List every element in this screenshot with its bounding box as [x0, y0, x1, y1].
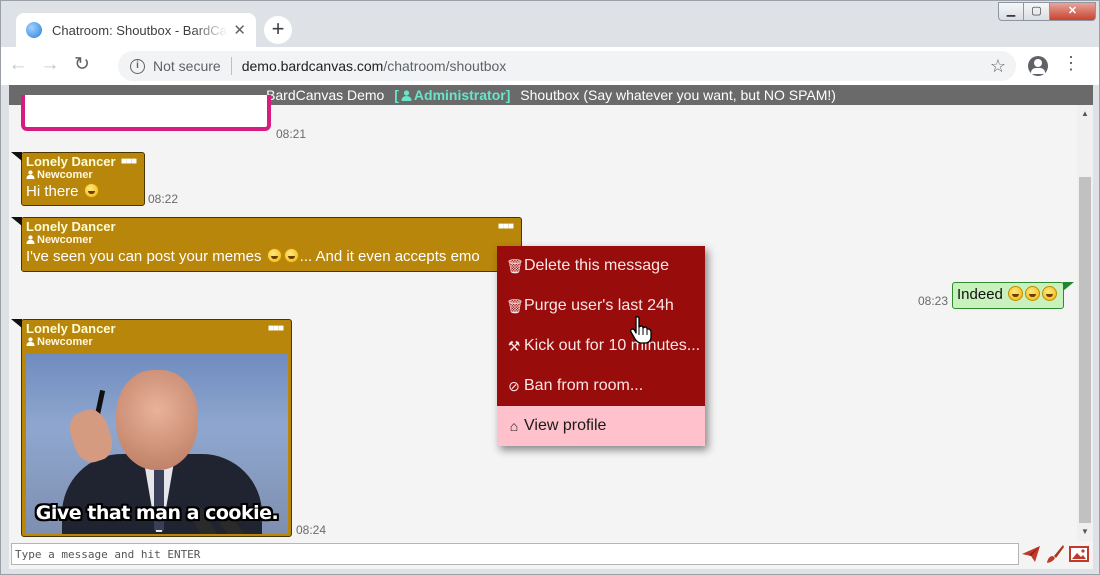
user-icon [26, 170, 35, 179]
image-icon[interactable] [1069, 544, 1089, 564]
info-icon[interactable]: i [130, 58, 145, 74]
address-bar[interactable]: i Not secure demo.bardcanvas.com/chatroo… [118, 51, 1016, 81]
back-icon[interactable]: ← [3, 51, 33, 81]
tab-title: Chatroom: Shoutbox - BardCanvas [52, 22, 228, 38]
message-text-content: Hi there [26, 183, 79, 200]
message-time: 08:24 [296, 523, 327, 537]
user-badge: Newcomer [22, 169, 144, 181]
role-label: Administrator [413, 87, 506, 103]
menu-item-ban-user[interactable]: ⊘ Ban from room... [497, 366, 705, 406]
smile-emoji-icon [1008, 286, 1024, 301]
menu-item-delete-message[interactable]: 🗑 Delete this message [497, 246, 705, 286]
menu-icon[interactable]: ⋮ [1061, 53, 1081, 74]
message-bubble: Lonely Dancer ■■■ Newcomer Give that man… [11, 319, 292, 537]
scrollbar-thumb[interactable] [1079, 177, 1091, 523]
message-time: 08:22 [148, 192, 179, 206]
message-author[interactable]: Lonely Dancer [22, 218, 521, 234]
message-time: 08:21 [276, 127, 307, 141]
home-icon: ⌂ [509, 418, 519, 434]
new-tab-button[interactable]: + [264, 16, 292, 44]
window-controls: ▁ ▢ ✕ [998, 2, 1096, 21]
message-text: Hi there [22, 181, 144, 204]
user-badge: Newcomer [22, 336, 291, 348]
trash-icon: 🗑 [506, 257, 524, 274]
browser-toolbar: ← → ↻ i Not secure demo.bardcanvas.com/c… [1, 47, 1099, 85]
message-composer [9, 541, 1093, 569]
scroll-up-icon[interactable]: ▲ [1077, 107, 1093, 121]
tab-strip: Chatroom: Shoutbox - BardCanvas ✕ + ▁ ▢ … [1, 1, 1100, 47]
message-bubble: Lonely Dancer ■■■ Newcomer I've seen you… [11, 217, 522, 272]
user-badge: Newcomer [22, 234, 521, 246]
message-options-icon[interactable]: ■■■ [268, 323, 284, 334]
message-list[interactable]: 08:21 Lonely Dancer ■■■ Newcomer Hi ther… [9, 95, 1077, 541]
security-label: Not secure [153, 58, 221, 74]
user-badge-label: Newcomer [37, 169, 93, 181]
menu-item-purge-user[interactable]: 🗑 Purge user's last 24h [497, 286, 705, 326]
browser-tab[interactable]: Chatroom: Shoutbox - BardCanvas ✕ [16, 13, 256, 47]
message-time: 08:23 [918, 294, 949, 308]
own-message-bubble: Indeed [952, 282, 1074, 309]
message-bubble: Lonely Dancer ■■■ Newcomer Hi there [11, 152, 145, 206]
url-path: /chatroom/shoutbox [383, 58, 507, 74]
message-text-content: I've seen you can post your memes [26, 248, 262, 265]
site-name[interactable]: BardCanvas Demo [266, 87, 384, 103]
smile-emoji-icon [83, 183, 99, 198]
meme-image[interactable]: Give that man a cookie. [26, 354, 288, 534]
user-icon [26, 337, 35, 346]
window-close-button[interactable]: ✕ [1050, 2, 1096, 21]
user-badge-label: Newcomer [37, 234, 93, 246]
tab-close-icon[interactable]: ✕ [233, 21, 246, 39]
user-icon [26, 235, 35, 244]
vertical-scrollbar[interactable]: ▲ ▼ [1077, 105, 1093, 541]
scroll-down-icon[interactable]: ▼ [1077, 525, 1093, 539]
maximize-button[interactable]: ▢ [1024, 2, 1050, 21]
star-icon[interactable]: ☆ [990, 56, 1006, 77]
brush-icon[interactable] [1045, 544, 1065, 564]
meme-caption: Give that man a cookie. [35, 502, 279, 524]
message-image-partial [21, 95, 271, 131]
message-text: I've seen you can post your memes ... An… [22, 246, 521, 269]
send-icon[interactable] [1021, 544, 1041, 564]
reload-icon[interactable]: ↻ [67, 51, 97, 81]
grin-emoji-icon [1025, 286, 1041, 301]
menu-item-label: Ban from room... [524, 377, 644, 394]
smile-emoji-icon [266, 248, 282, 263]
message-options-icon[interactable]: ■■■ [121, 156, 137, 167]
user-badge-label: Newcomer [37, 336, 93, 348]
hand-cursor-icon [630, 316, 652, 344]
message-text-content: ... And it even accepts emo [299, 248, 480, 265]
message-input[interactable] [11, 543, 1019, 565]
forward-icon[interactable]: → [35, 51, 65, 81]
menu-item-kick-user[interactable]: ⚒ Kick out for 10 minutes... [497, 326, 705, 366]
globe-icon [26, 22, 42, 38]
message-options-icon[interactable]: ■■■ [498, 221, 514, 232]
menu-item-label: Kick out for 10 minutes... [524, 337, 701, 354]
own-message-text: Indeed [957, 286, 1003, 303]
gavel-icon: ⚒ [507, 337, 521, 354]
minimize-button[interactable]: ▁ [998, 2, 1024, 21]
menu-item-view-profile[interactable]: ⌂ View profile [497, 406, 705, 446]
laugh-emoji-icon [1042, 286, 1058, 301]
chat-page: BardCanvas Demo [Administrator] Shoutbox… [9, 85, 1093, 569]
menu-item-label: View profile [524, 417, 607, 434]
message-author[interactable]: Lonely Dancer [22, 320, 291, 336]
meme-figure-face [116, 370, 198, 470]
url-host: demo.bardcanvas.com [241, 58, 384, 74]
role-badge[interactable]: [Administrator] [394, 87, 510, 103]
grin-emoji-icon [283, 248, 299, 263]
user-icon [401, 90, 412, 101]
profile-icon[interactable] [1028, 56, 1048, 76]
address-separator [230, 57, 232, 75]
room-title: Shoutbox (Say whatever you want, but NO … [520, 87, 836, 103]
ban-icon: ⊘ [508, 377, 520, 394]
trash-icon: 🗑 [506, 297, 524, 314]
browser-window: Chatroom: Shoutbox - BardCanvas ✕ + ▁ ▢ … [0, 0, 1100, 575]
menu-item-label: Purge user's last 24h [524, 297, 674, 314]
menu-item-label: Delete this message [524, 257, 669, 274]
message-context-menu: 🗑 Delete this message 🗑 Purge user's las… [497, 246, 705, 446]
